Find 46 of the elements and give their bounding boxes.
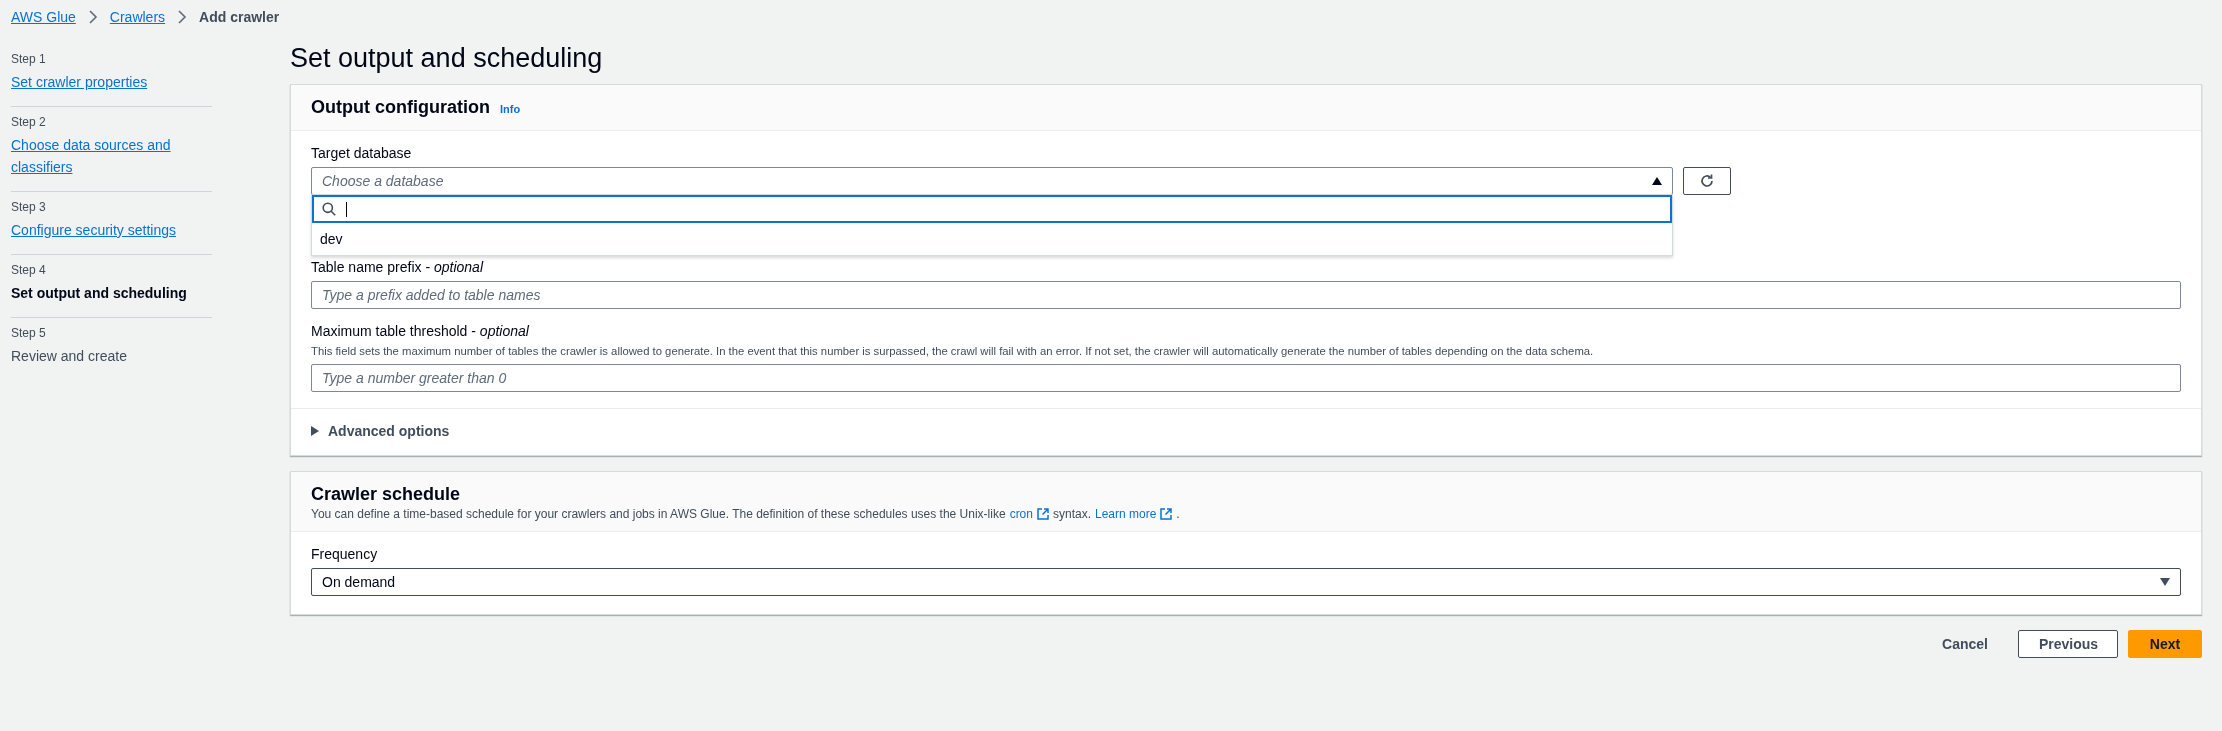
- step-link[interactable]: Configure security settings: [11, 219, 176, 241]
- field-label: Maximum table threshold - optional: [311, 323, 530, 339]
- chevron-right-icon: [87, 10, 98, 24]
- panel-description: You can define a time-based schedule for your crawlers and jobs in AWS Glue. The definition of these schedules uses the Unix-like: [311, 507, 1006, 521]
- breadcrumb-link[interactable]: AWS Glue: [11, 9, 76, 25]
- refresh-button[interactable]: [1683, 167, 1731, 195]
- step-link[interactable]: Set crawler properties: [11, 71, 148, 93]
- panel-title: Crawler schedule: [311, 484, 461, 505]
- refresh-icon: [1699, 173, 1715, 189]
- step-link[interactable]: Choose data sources and classifiers: [11, 134, 212, 178]
- field-description: This field sets the maximum number of tables the crawler is allowed to generate. In the event that this number is surpassed, the crawl will fail with an error. If not set, the crawler will automatically generate the number of tables depending on the data schema.: [311, 345, 1595, 357]
- advanced-options-toggle[interactable]: Advanced options: [311, 423, 450, 439]
- step-label: Review and create: [11, 347, 127, 366]
- breadcrumb-link[interactable]: Crawlers: [109, 9, 166, 25]
- step-number: Step 5: [11, 326, 47, 340]
- search-field[interactable]: [312, 195, 1672, 223]
- previous-button[interactable]: Previous: [2018, 630, 2118, 658]
- frequency-select[interactable]: On demand: [311, 568, 2181, 596]
- step-number: Step 3: [11, 200, 47, 214]
- search-icon: [322, 202, 336, 216]
- learn-more-link[interactable]: Learn more: [1095, 507, 1173, 521]
- step-number: Step 2: [11, 115, 47, 129]
- step-number: Step 4: [11, 263, 47, 277]
- panel-description: syntax.: [1052, 507, 1091, 521]
- table-prefix-field[interactable]: Type a prefix added to table names: [311, 281, 2181, 309]
- cancel-button[interactable]: Cancel: [1922, 630, 2008, 658]
- dropdown-option[interactable]: dev: [312, 223, 1672, 255]
- cron-link[interactable]: cron: [1009, 507, 1049, 521]
- text-cursor: [346, 201, 347, 217]
- info-link[interactable]: Info: [499, 103, 521, 115]
- breadcrumb-current: Add crawler: [199, 9, 280, 25]
- caret-icon: [311, 426, 319, 436]
- caret-icon: [2160, 578, 2170, 586]
- step-label: Set output and scheduling: [11, 284, 187, 303]
- panel-title: Output configuration: [311, 97, 490, 118]
- field-label: Table name prefix - optional: [311, 259, 485, 275]
- panel-description: .: [1176, 507, 1180, 521]
- page-title: Set output and scheduling: [290, 42, 604, 74]
- chevron-right-icon: [177, 10, 188, 24]
- field-label: Frequency: [311, 546, 379, 562]
- field-label: Target database: [311, 145, 413, 161]
- external-link-icon: [1036, 508, 1049, 520]
- table-threshold-field[interactable]: Type a number greater than 0: [311, 364, 2181, 392]
- next-button[interactable]: Next: [2128, 630, 2202, 658]
- step-number: Step 1: [11, 52, 47, 66]
- external-link-icon: [1160, 508, 1173, 520]
